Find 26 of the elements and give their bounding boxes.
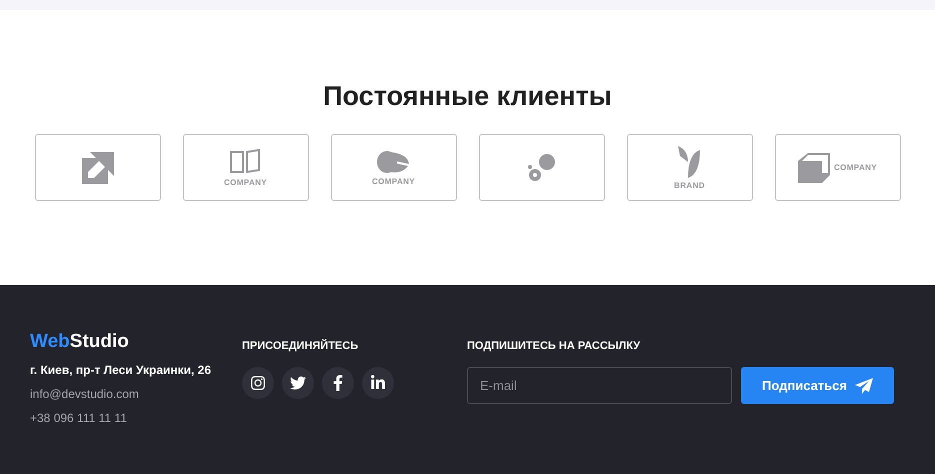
email-link[interactable]: info@devstudio.com xyxy=(30,386,242,402)
address: г. Киев, пр-т Леси Украинки, 26 xyxy=(30,362,212,378)
instagram-icon xyxy=(250,375,266,391)
paper-plane-icon xyxy=(855,378,873,394)
logo-wordmark: COMPANY xyxy=(834,164,878,172)
brand-logo[interactable]: WebStudio xyxy=(30,330,242,354)
subscribe-button[interactable]: Подписаться xyxy=(741,367,894,404)
social-link[interactable] xyxy=(362,367,394,399)
logo-wordmark: BRAND xyxy=(674,182,705,190)
social-link[interactable] xyxy=(282,367,314,399)
cube-logo-icon xyxy=(798,152,830,182)
social-title: ПРИСОЕДИНЯЙТЕСЬ xyxy=(242,338,360,354)
email-field[interactable]: E-mail xyxy=(467,367,732,404)
linkedin-icon xyxy=(370,375,386,391)
twitter-icon xyxy=(290,375,306,391)
logo-wordmark: COMPANY xyxy=(372,178,416,186)
phone-link[interactable]: +38 096 111 11 11 xyxy=(30,410,242,426)
leaf-logo-icon xyxy=(678,146,700,178)
social-link[interactable] xyxy=(242,367,274,399)
book-logo-icon xyxy=(229,148,262,174)
social-link[interactable] xyxy=(322,367,354,399)
blob-logo-icon xyxy=(526,152,556,182)
logo-wordmark: COMPANY xyxy=(224,178,268,186)
shell-logo-icon xyxy=(376,150,410,174)
section-title: Постоянные клиенты xyxy=(323,80,612,112)
subscribe-title: ПОДПИШИТЕСЬ НА РАССЫЛКУ xyxy=(467,339,642,354)
